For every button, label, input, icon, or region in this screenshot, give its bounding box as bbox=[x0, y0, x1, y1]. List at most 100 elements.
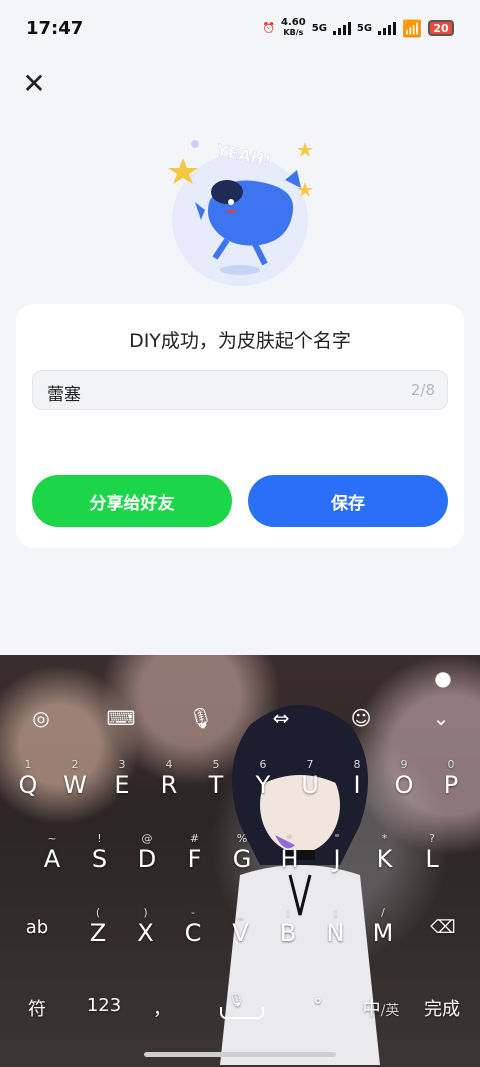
key-n[interactable]: ; N bbox=[316, 906, 356, 948]
key-sub-label: " bbox=[334, 832, 340, 845]
symbol-key[interactable]: 符 bbox=[22, 995, 52, 1021]
clock: 17:47 bbox=[26, 18, 84, 39]
key-z[interactable]: (Z bbox=[78, 906, 118, 948]
key-label: T bbox=[208, 771, 224, 799]
key-w[interactable]: 2W bbox=[55, 758, 95, 800]
key-label: G bbox=[232, 845, 252, 873]
key-sub-label: : bbox=[286, 906, 290, 919]
space-key[interactable] bbox=[220, 1007, 264, 1019]
keyboard-icon[interactable]: ⌨ bbox=[106, 703, 136, 733]
microphone-icon[interactable]: 🎙 bbox=[186, 703, 216, 733]
dialog-title: DIY成功，为皮肤起个名字 bbox=[129, 330, 351, 352]
key-e[interactable]: 3E bbox=[102, 758, 142, 800]
key-label: U bbox=[301, 771, 319, 799]
home-indicator[interactable] bbox=[144, 1052, 336, 1057]
key-label: W bbox=[63, 771, 87, 799]
key-sub-label: @ bbox=[141, 832, 153, 845]
key-c[interactable]: -C bbox=[173, 906, 213, 948]
key-label: S bbox=[91, 845, 108, 873]
key-y[interactable]: 6Y bbox=[243, 759, 283, 800]
status-bar: 17:47 ⏰ 4.60 KB/s 5G 5G 📶 20 bbox=[0, 0, 480, 60]
key-sub-label: 5 bbox=[212, 758, 220, 771]
status-icons: ⏰ 4.60 KB/s 5G 5G 📶 20 bbox=[263, 18, 454, 38]
key-sub-label: 7 bbox=[306, 758, 314, 771]
key-sub-label: 2 bbox=[71, 758, 79, 771]
key-label: V bbox=[232, 919, 249, 947]
backspace-icon[interactable]: ⌫ bbox=[426, 917, 460, 938]
key-sub-label: 1 bbox=[24, 758, 32, 771]
share-button[interactable]: 分享给好友 bbox=[32, 475, 232, 527]
key-label: F bbox=[187, 845, 202, 873]
collapse-keyboard-icon[interactable]: ⌄ bbox=[426, 703, 456, 733]
mascot-illustration: YEAH! bbox=[168, 140, 313, 286]
key-sub-label: # bbox=[189, 832, 200, 845]
key-sub-label: ( bbox=[95, 906, 101, 919]
key-sub-label: " bbox=[286, 832, 293, 845]
key-label: C bbox=[184, 919, 202, 947]
signal-icon-2 bbox=[378, 21, 397, 35]
key-v[interactable]: _ V bbox=[221, 906, 261, 948]
key-label: Z bbox=[89, 919, 107, 947]
voice-input-icon[interactable]: ◎ bbox=[26, 703, 56, 733]
key-f[interactable]: # F bbox=[175, 832, 215, 874]
key-d[interactable]: @ D bbox=[127, 832, 167, 874]
key-sub-label: 3 bbox=[118, 758, 126, 771]
key-label: B bbox=[279, 919, 297, 947]
key-h[interactable]: " H bbox=[270, 832, 310, 874]
char-counter: 2/8 bbox=[410, 381, 435, 399]
key-k[interactable]: * K bbox=[365, 833, 405, 874]
key-i[interactable]: 8I bbox=[337, 758, 377, 800]
network-speed: 4.60 KB/s bbox=[281, 17, 306, 38]
key-b[interactable]: :B bbox=[268, 906, 308, 948]
ab-key[interactable]: ab bbox=[14, 917, 60, 938]
key-l[interactable]: ? L bbox=[412, 832, 452, 874]
key-sub-label: ; bbox=[333, 906, 338, 919]
key-label: H bbox=[280, 845, 299, 873]
key-label: M bbox=[372, 919, 394, 947]
key-sub-label: - bbox=[191, 906, 195, 919]
key-a[interactable]: ~ A bbox=[32, 832, 72, 874]
key-r[interactable]: 4R bbox=[149, 758, 189, 800]
key-label: E bbox=[114, 771, 130, 799]
key-sub-label: ? bbox=[429, 832, 435, 845]
key-label: A bbox=[43, 845, 61, 873]
key-o[interactable]: 9O bbox=[384, 759, 424, 800]
key-u[interactable]: 7U bbox=[290, 758, 330, 800]
key-label: N bbox=[326, 919, 345, 947]
key-sub-label: / bbox=[381, 906, 385, 919]
key-sub-label: ~ bbox=[47, 832, 57, 845]
key-x[interactable]: ) X bbox=[126, 907, 166, 948]
key-m[interactable]: / M bbox=[363, 906, 403, 948]
mascot-badge-icon[interactable]: ● bbox=[428, 663, 458, 693]
key-label: P bbox=[443, 771, 459, 799]
key-label: Q bbox=[18, 771, 38, 799]
key-label: D bbox=[137, 845, 157, 873]
key-sub-label: 4 bbox=[165, 758, 173, 771]
key-s[interactable]: ! S bbox=[80, 832, 120, 874]
save-button[interactable]: 保存 bbox=[248, 475, 448, 527]
key-t[interactable]: 5T bbox=[196, 758, 236, 800]
period-key[interactable]: ° bbox=[306, 995, 330, 1016]
key-sub-label: % bbox=[236, 832, 248, 845]
cursor-move-icon[interactable]: ⇔ bbox=[266, 703, 296, 733]
done-key[interactable]: 完成 bbox=[418, 995, 466, 1021]
key-q[interactable]: 1Q bbox=[8, 758, 48, 800]
name-dialog: DIY成功，为皮肤起个名字 蕾塞 2/8 分享给好友 保存 bbox=[16, 304, 464, 548]
key-p[interactable]: 0P bbox=[431, 759, 471, 800]
key-label: J bbox=[333, 845, 341, 873]
key-sub-label: 8 bbox=[353, 758, 361, 771]
sim2-label: 5G bbox=[356, 22, 373, 34]
language-toggle-key[interactable]: 中/英 bbox=[356, 995, 406, 1021]
numbers-key[interactable]: 123 bbox=[82, 995, 126, 1016]
comma-key[interactable]: ， bbox=[150, 995, 174, 1021]
key-j[interactable]: " J bbox=[317, 832, 357, 874]
emoji-icon[interactable]: ☺ bbox=[346, 703, 376, 733]
key-g[interactable]: % G bbox=[222, 832, 262, 874]
key-sub-label: _ bbox=[237, 906, 244, 919]
skin-name-input[interactable]: 蕾塞 2/8 bbox=[32, 370, 448, 410]
sim1-label: 5G bbox=[311, 22, 327, 34]
close-icon[interactable]: ✕ bbox=[20, 70, 48, 98]
key-sub-label: ! bbox=[97, 832, 102, 845]
space-mic-icon: 🎙 bbox=[228, 993, 245, 1008]
keyboard: ◎ ⌨ 🎙 ⇔ ☺ ⌄ ● 1Q2W3E4R5T6Y7U8I9O0P ~ A! S @… bbox=[0, 655, 480, 1067]
